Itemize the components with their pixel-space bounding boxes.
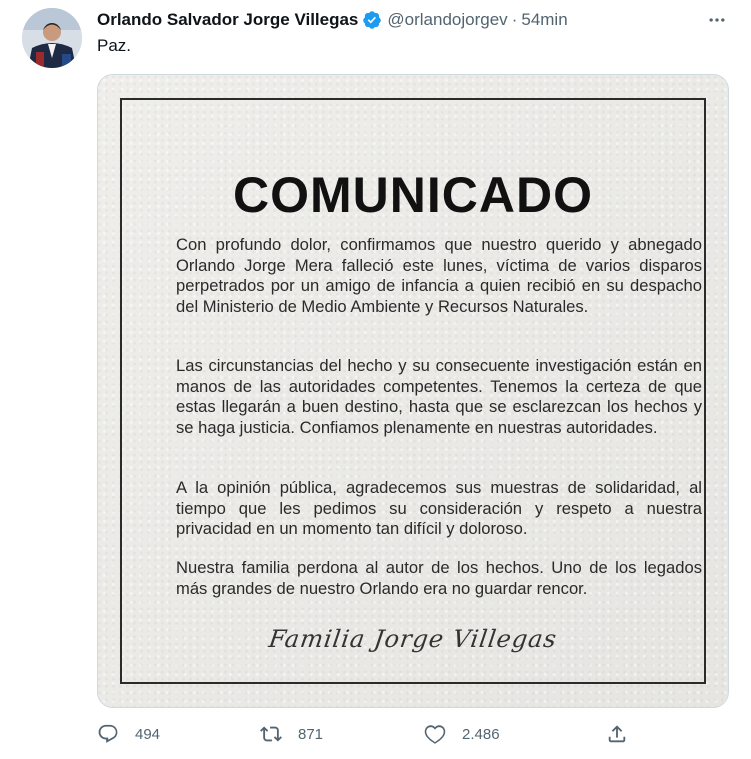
avatar[interactable] (22, 8, 82, 68)
like-count: 2.486 (462, 725, 500, 743)
document-paragraph: Las circunstancias del hecho y su consec… (176, 356, 702, 437)
author-handle[interactable]: @orlandojorgev (387, 10, 507, 30)
verified-badge-icon (362, 10, 382, 30)
header-separator: · (511, 10, 518, 29)
retweet-icon (260, 726, 282, 742)
tweet-text: Paz. (97, 36, 132, 55)
reply-count: 494 (135, 725, 161, 743)
retweet-count: 871 (298, 725, 324, 743)
document-paragraph: Nuestra familia perdona al autor de los … (176, 558, 702, 598)
share-button[interactable] (606, 720, 628, 748)
share-icon (608, 725, 626, 743)
document-title: COMUNICADO (233, 167, 593, 223)
document-paragraph: A la opinión pública, agradecemos sus mu… (176, 478, 702, 538)
heart-icon (424, 725, 446, 744)
document-paragraph: Con profundo dolor, confirmamos que nues… (176, 235, 702, 316)
like-button[interactable]: 2.486 (424, 720, 500, 748)
document-signature: Familia Jorge Villegas (267, 625, 559, 653)
document-frame: COMUNICADO Con profundo dolor, confirmam… (120, 98, 706, 684)
reply-button[interactable]: 494 (97, 720, 160, 748)
avatar-photo (22, 8, 82, 68)
retweet-button[interactable]: 871 (260, 720, 323, 748)
reply-icon (98, 724, 118, 743)
more-icon[interactable] (705, 8, 729, 32)
tweet-header: Orlando Salvador Jorge Villegas @orlando… (97, 8, 751, 32)
tweet-timestamp[interactable]: 54min (521, 10, 567, 30)
tweet-actions: 494 871 2.486 (97, 720, 729, 748)
tweet[interactable]: Orlando Salvador Jorge Villegas @orlando… (0, 0, 751, 759)
author-display-name[interactable]: Orlando Salvador Jorge Villegas (97, 10, 358, 30)
tweet-media-image[interactable]: COMUNICADO Con profundo dolor, confirmam… (97, 74, 729, 708)
